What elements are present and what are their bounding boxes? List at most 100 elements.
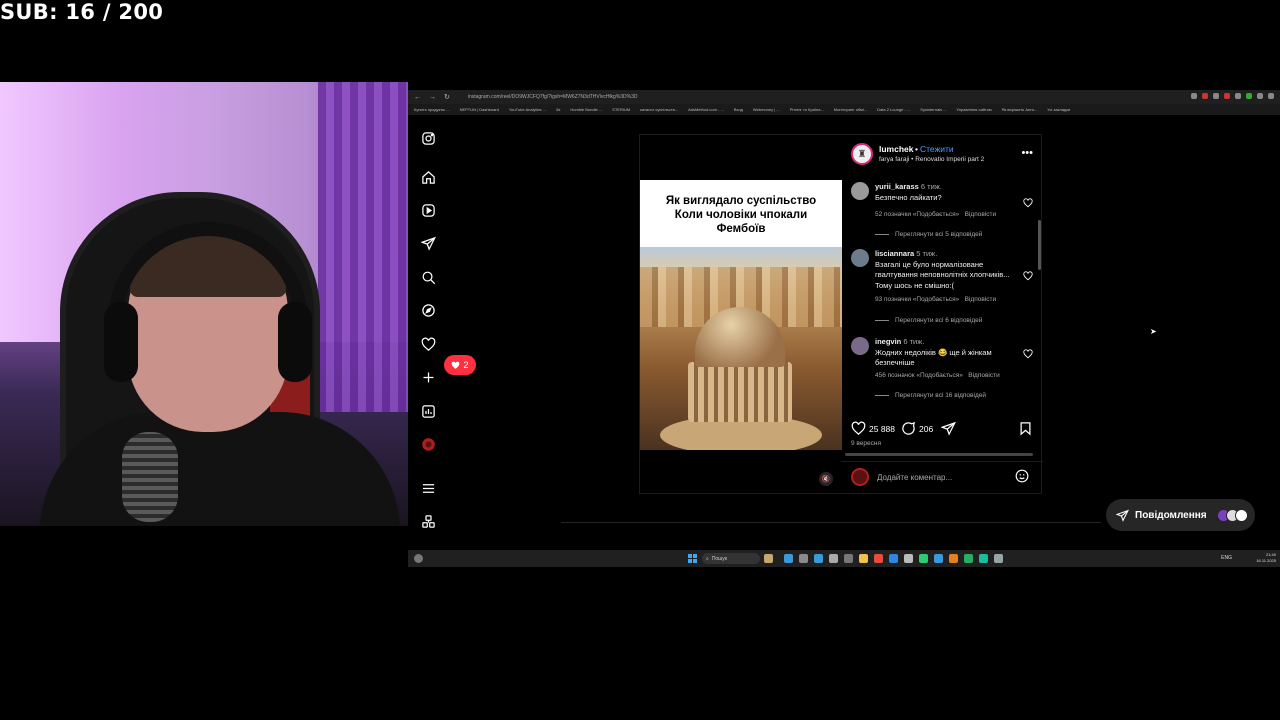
instagram-sidebar: 2 [408, 115, 476, 560]
app-icon[interactable] [919, 554, 928, 563]
bookmark[interactable]: Купить продукты ... [414, 107, 450, 112]
sub-counter: SUB: 16 / 200 [0, 0, 164, 24]
start-icon[interactable] [688, 554, 697, 563]
post-dialog: ♜ lumchek • Стежити farya faraji • Renov… [639, 134, 1043, 494]
app-icon[interactable] [949, 554, 958, 563]
avatar [1234, 508, 1248, 522]
bookmark[interactable]: Вход [734, 107, 743, 112]
share-icon[interactable] [941, 421, 956, 436]
bookmark[interactable]: Data 2 Lounge - ... [877, 107, 910, 112]
messages-button[interactable]: Повідомлення [1106, 499, 1255, 531]
caption-line: Як виглядало суспільство [665, 195, 817, 207]
bookmark[interactable]: Рітлінг то Країна... [790, 107, 824, 112]
bookmark[interactable]: Управління сайтом [957, 107, 992, 112]
extension-icons[interactable] [1191, 93, 1274, 99]
home-icon[interactable] [420, 169, 436, 185]
comment-user[interactable]: yurii_karass [875, 182, 919, 191]
horizontal-scrollbar[interactable] [845, 453, 1033, 456]
app-icon[interactable] [784, 554, 793, 563]
create-icon[interactable] [420, 369, 436, 385]
explore-icon[interactable] [420, 302, 436, 318]
likes-count[interactable]: 25 888 [869, 424, 895, 434]
avatar[interactable] [851, 249, 869, 267]
dashboard-icon[interactable] [420, 403, 436, 419]
view-replies[interactable]: Переглянути всі 6 відповідей [875, 317, 982, 324]
notification-bubble[interactable]: 2 [444, 355, 476, 375]
avatar[interactable] [851, 337, 869, 355]
taskbar-search[interactable]: ⌕ Пошук [702, 553, 760, 564]
reels-icon[interactable] [420, 202, 436, 218]
language-indicator[interactable]: ENG [1221, 555, 1232, 561]
bookmark[interactable]: Моніторинг обмі... [834, 107, 867, 112]
app-icon[interactable] [844, 554, 853, 563]
comment-icon[interactable] [901, 421, 916, 436]
bookmark[interactable]: NEPTUN | Dashboard [460, 107, 499, 112]
comment-text: Безпечно лайкати? [875, 192, 942, 202]
reply-button[interactable]: Відповісти [965, 211, 996, 218]
forward-icon[interactable]: → [429, 94, 436, 101]
comment-user[interactable]: inegvin [875, 337, 901, 346]
app-icon[interactable] [829, 554, 838, 563]
chrome-icon[interactable] [874, 554, 883, 563]
address-bar[interactable]: ← → ↻ instagram.com/reel/DO9WJCFQ7fg/?ig… [408, 90, 1280, 104]
instagram-icon[interactable] [420, 130, 436, 146]
audio-track[interactable]: farya faraji • Renovatio Imperii part 2 [879, 156, 984, 163]
app-icon[interactable] [799, 554, 808, 563]
settings-icon[interactable] [994, 554, 1003, 563]
comment-like-icon[interactable] [1023, 198, 1033, 208]
more-options-icon[interactable]: ••• [1021, 147, 1033, 159]
reply-button[interactable]: Відповісти [968, 372, 999, 379]
bookmark-icon[interactable] [1018, 421, 1033, 436]
view-replies[interactable]: Переглянути всі 5 відповідей [875, 231, 982, 238]
mute-icon[interactable]: 🔇 [819, 472, 833, 486]
bookmark[interactable]: Sysinternals ... [920, 107, 946, 112]
comment-input[interactable] [877, 468, 1007, 486]
clock[interactable]: 21:40 16.11.2025 [1256, 552, 1276, 564]
comment-likes[interactable]: 93 позначки «Подобається» [875, 296, 959, 303]
avatar[interactable] [851, 182, 869, 200]
author-name[interactable]: lumchek [879, 144, 914, 154]
comments-count[interactable]: 206 [919, 424, 933, 434]
app-icon[interactable] [764, 554, 773, 563]
follow-button[interactable]: Стежити [920, 144, 954, 154]
author-avatar[interactable]: ♜ [851, 143, 873, 165]
back-icon[interactable]: ← [414, 94, 421, 101]
bookmark[interactable]: STERIUM [612, 107, 630, 112]
bookmark[interactable]: Як вирішить Акти... [1002, 107, 1038, 112]
comment-user[interactable]: lisciannara [875, 249, 914, 258]
bookmark[interactable]: 3d [556, 107, 560, 112]
app-icon[interactable] [814, 554, 823, 563]
bookmark[interactable]: Webmoney | ... [753, 107, 780, 112]
telegram-icon[interactable] [934, 554, 943, 563]
reel-video[interactable]: Як виглядало суспільство Коли чоловіки ч… [640, 180, 842, 450]
edge-icon[interactable] [889, 554, 898, 563]
comment-like-icon[interactable] [1023, 349, 1033, 359]
app-icon[interactable] [979, 554, 988, 563]
bookmark[interactable]: каталог суспільств... [640, 107, 678, 112]
search-icon[interactable] [420, 269, 436, 285]
menu-icon[interactable] [420, 480, 436, 496]
heart-icon[interactable] [420, 336, 436, 352]
bookmark[interactable]: AdsMethod.com - ... [688, 107, 724, 112]
folder-icon[interactable] [859, 554, 868, 563]
comment-likes[interactable]: 456 позначок «Подобається» [875, 372, 963, 379]
like-icon[interactable] [851, 421, 866, 436]
bookmark[interactable]: Усі закладки [1047, 107, 1070, 112]
url-text[interactable]: instagram.com/reel/DO9WJCFQ7fg/?igsh=MW6… [468, 94, 638, 100]
view-replies[interactable]: Переглянути всі 16 відповідей [875, 392, 986, 399]
caption-line: Фембоїв [716, 223, 766, 235]
bookmark[interactable]: Humble Bundle ... [570, 107, 602, 112]
comments-scrollbar[interactable] [1038, 220, 1041, 270]
profile-icon[interactable] [420, 436, 436, 452]
direct-icon[interactable] [420, 235, 436, 251]
app-icon[interactable] [964, 554, 973, 563]
reload-icon[interactable]: ↻ [444, 93, 450, 101]
bookmark[interactable]: YouTube Analytics ... [509, 107, 546, 112]
reply-button[interactable]: Відповісти [965, 296, 996, 303]
app-icon[interactable] [904, 554, 913, 563]
emoji-icon[interactable] [1015, 469, 1029, 483]
widgets-icon[interactable] [414, 554, 423, 563]
comment-like-icon[interactable] [1023, 271, 1033, 281]
comment-likes[interactable]: 52 позначки «Подобається» [875, 211, 959, 218]
threads-icon[interactable] [420, 513, 436, 529]
